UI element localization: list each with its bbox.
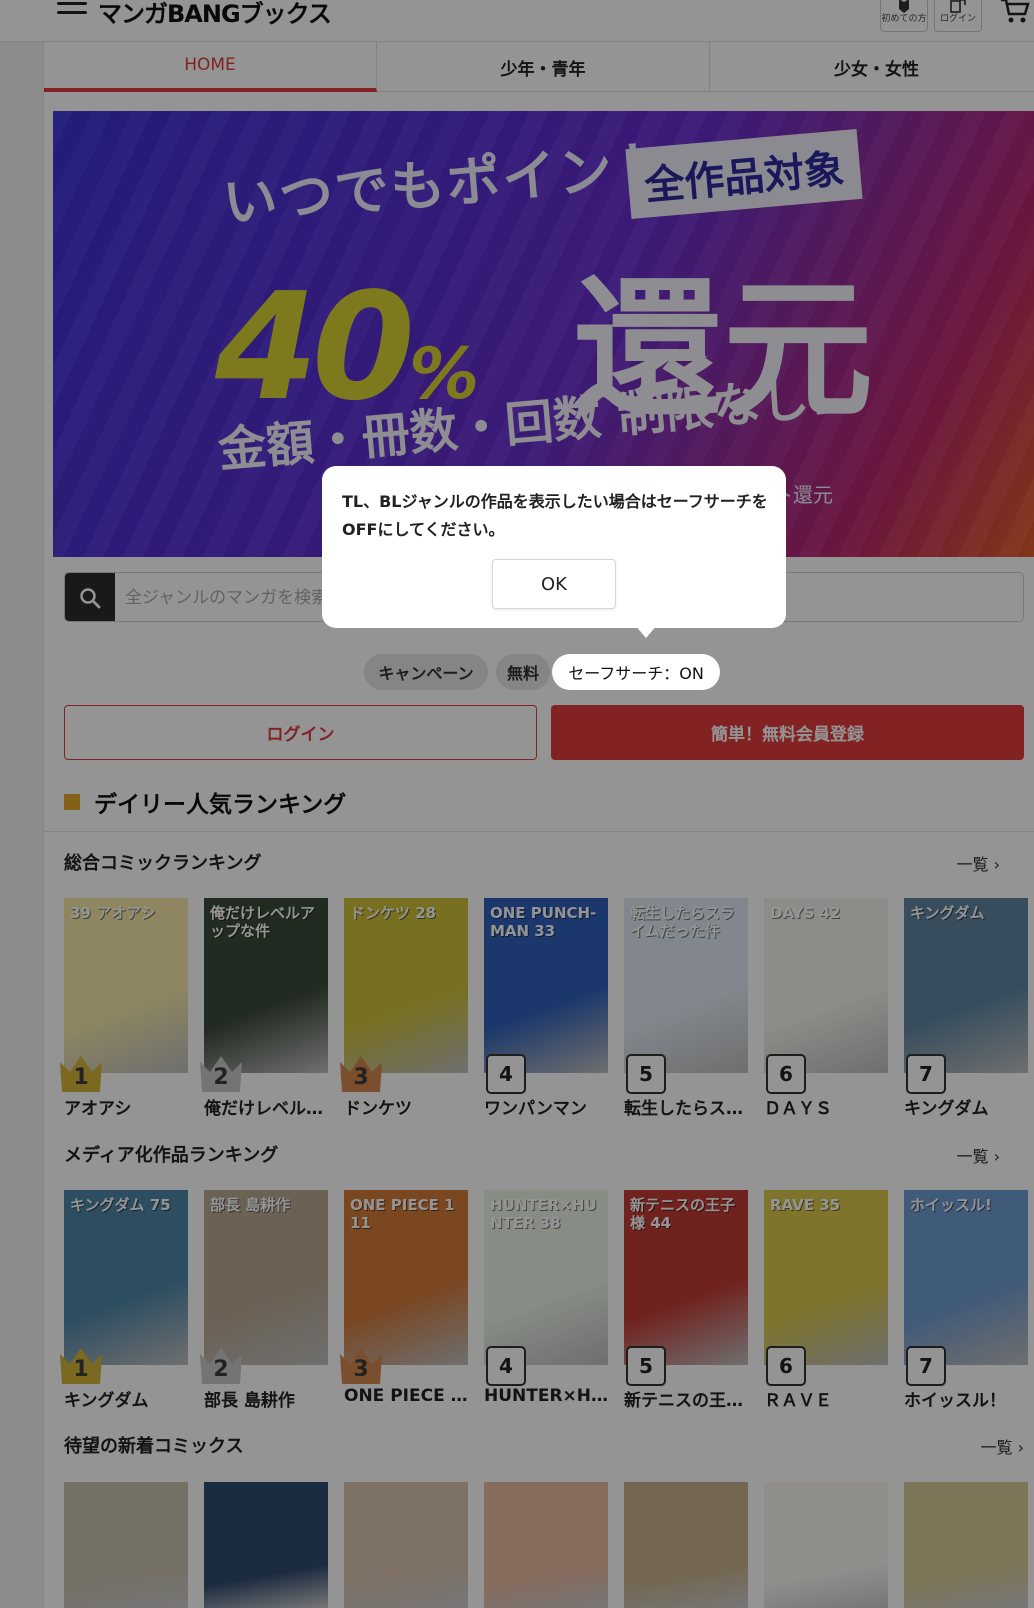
safe-search-dialog: TL、BLジャンルの作品を表示したい場合はセーフサーチをOFFにしてください。 … xyxy=(322,466,786,638)
rank-number: 3 xyxy=(353,1356,369,1382)
modal-overlay[interactable] xyxy=(0,0,1034,1608)
rank-number: 1 xyxy=(73,1356,89,1382)
rank-number: 2 xyxy=(213,1356,229,1382)
dialog-pointer xyxy=(634,624,658,638)
dialog-message: TL、BLジャンルの作品を表示したい場合はセーフサーチをOFFにしてください。 xyxy=(342,492,768,539)
ok-button[interactable]: OK xyxy=(492,559,616,609)
safe-search-chip[interactable]: セーフサーチ：ON xyxy=(552,654,720,690)
rank-number: 3 xyxy=(353,1064,369,1090)
rank-number: 1 xyxy=(73,1064,89,1090)
rank-number: 2 xyxy=(213,1064,229,1090)
